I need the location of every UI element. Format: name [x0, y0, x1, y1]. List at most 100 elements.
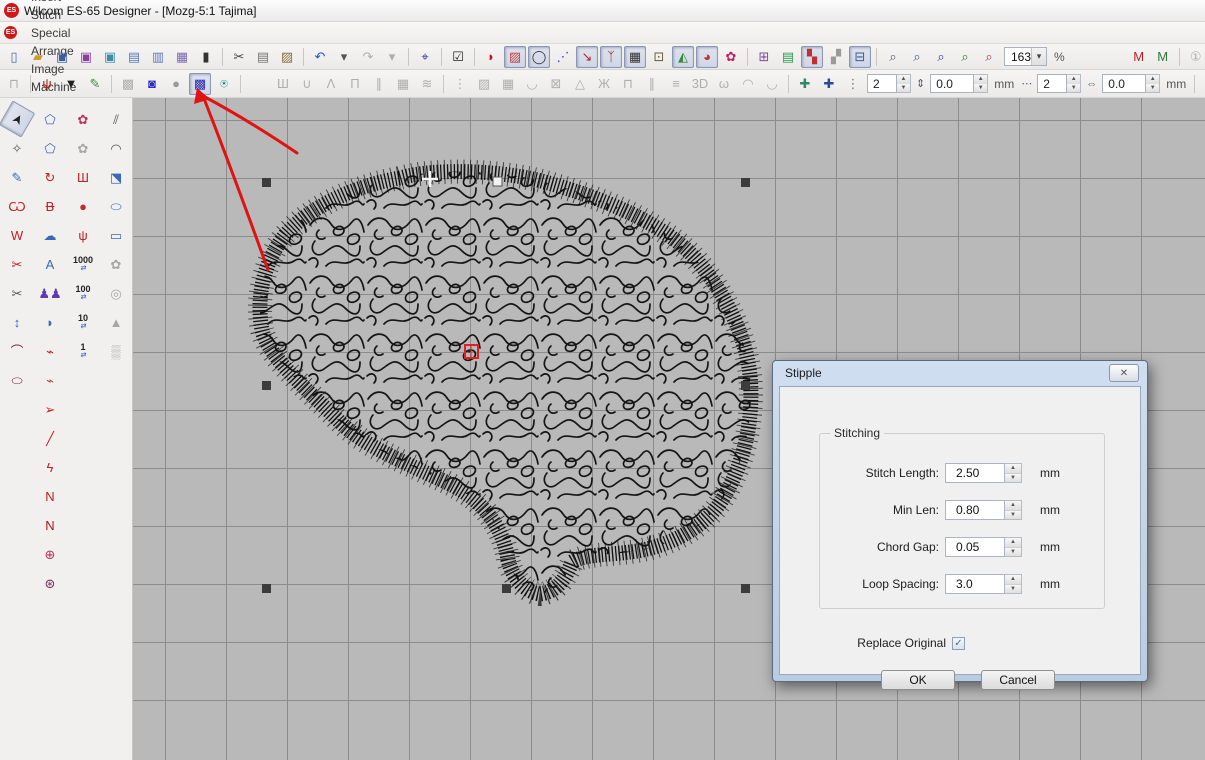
paste-icon[interactable]: ▨: [276, 46, 298, 68]
zoom-box-icon[interactable]: ⌕: [930, 46, 952, 68]
updown-arrow-tool[interactable]: ↕: [3, 309, 31, 335]
line-nodes-tool[interactable]: ⌁: [36, 338, 64, 364]
stipple-dialog-titlebar[interactable]: Stipple ✕: [773, 361, 1147, 385]
cloud-scribble-icon[interactable]: ◡: [761, 73, 783, 95]
copy-icon[interactable]: ▤: [252, 46, 274, 68]
polygon-select-tool[interactable]: ✧: [3, 135, 31, 161]
arc-tool[interactable]: ◠: [102, 135, 130, 161]
spacing-10-tool[interactable]: 10⇄: [69, 309, 97, 335]
handle-bottom-right[interactable]: [741, 584, 750, 593]
cut-zigzag-tool[interactable]: ✂: [3, 251, 31, 277]
handle-top-center[interactable]: [493, 177, 502, 186]
connect-machine-icon[interactable]: ▮: [195, 46, 217, 68]
outline-design-icon[interactable]: ◙: [141, 73, 163, 95]
handle-top-left[interactable]: [262, 178, 271, 187]
circles-star-tool[interactable]: ⊕: [36, 541, 64, 567]
bead-tool[interactable]: ●: [69, 193, 97, 219]
e-stitch-icon[interactable]: Π: [344, 73, 366, 95]
zigzag-run-tool[interactable]: Ѡ: [3, 193, 31, 219]
triangle-fill-icon[interactable]: △: [569, 73, 591, 95]
lines-fill-icon[interactable]: ∥: [641, 73, 663, 95]
zoom-fit-icon[interactable]: ⌕: [906, 46, 928, 68]
print-preview-icon[interactable]: ▥: [147, 46, 169, 68]
new-file-icon[interactable]: ▯: [3, 46, 25, 68]
save-machine-icon[interactable]: ▣: [99, 46, 121, 68]
picture-frame-icon[interactable]: ⊞: [753, 46, 775, 68]
zoom-dropdown-icon[interactable]: ▾: [1031, 48, 1046, 65]
overview-window-icon[interactable]: ⊟: [849, 46, 871, 68]
grid-toggle-icon[interactable]: ▦: [624, 46, 646, 68]
curve-fill-icon[interactable]: ◡: [521, 73, 543, 95]
wave-stitch-icon[interactable]: ≋: [416, 73, 438, 95]
flower-gray-tool[interactable]: ✿: [69, 135, 97, 161]
chain-line-tool[interactable]: ⌁: [36, 367, 64, 393]
hand1-icon[interactable]: ①: [1185, 46, 1205, 68]
loop-stitch-icon[interactable]: ∪: [296, 73, 318, 95]
cancel-button[interactable]: Cancel: [981, 670, 1055, 690]
reshape-tool[interactable]: ⬠: [36, 106, 64, 132]
palette-icon[interactable]: ◕: [696, 46, 718, 68]
spinner[interactable]: ▲▼: [1005, 500, 1022, 520]
flower-disabled-tool[interactable]: ✿: [102, 251, 130, 277]
handle-bottom-center[interactable]: [502, 584, 511, 593]
save-design-icon[interactable]: ▣: [75, 46, 97, 68]
zoom-in-icon[interactable]: ⌕: [954, 46, 976, 68]
select-convert-icon[interactable]: ⌖: [414, 46, 436, 68]
stipple-icon[interactable]: ▩: [189, 73, 211, 95]
needle-down-icon[interactable]: ▼: [60, 73, 82, 95]
more-options-icon[interactable]: ⋮: [842, 73, 864, 95]
handle-mid-right[interactable]: [741, 381, 750, 390]
zigzag-mw-tool[interactable]: Ш: [69, 164, 97, 190]
needle-drop-tool[interactable]: ψ: [69, 222, 97, 248]
design-canvas[interactable]: Stipple ✕ Stitching Stitch Length: 2.50 …: [133, 98, 1205, 760]
circle-fill-icon[interactable]: ●: [165, 73, 187, 95]
tatami-stitch-icon[interactable]: ∥: [368, 73, 390, 95]
dialog-close-button[interactable]: ✕: [1109, 364, 1139, 382]
zigzag-stitch-icon[interactable]: Λ: [320, 73, 342, 95]
spacing-100-tool[interactable]: 100⇄: [69, 280, 97, 306]
ellipse-tool[interactable]: ⬭: [102, 193, 130, 219]
threed-icon[interactable]: 3D: [689, 73, 711, 95]
grid-stitch-icon[interactable]: ▦: [392, 73, 414, 95]
wm-fill-icon[interactable]: Ж: [593, 73, 615, 95]
corner-shape-tool[interactable]: ⬔: [102, 164, 130, 190]
auto-apply-icon[interactable]: ☑: [447, 46, 469, 68]
hatch-lines-icon[interactable]: ▨: [473, 73, 495, 95]
machine-icon[interactable]: ▦: [171, 46, 193, 68]
redo-dropdown-icon[interactable]: ▾: [381, 46, 403, 68]
fan-shape-tool[interactable]: ⌒: [3, 338, 31, 364]
stitch-spacing-spinner[interactable]: 0.0 ▲▼: [930, 74, 988, 93]
hatch-fill-icon[interactable]: ▨: [504, 46, 526, 68]
cloud-fill-tool[interactable]: ☁: [36, 222, 64, 248]
stitch-ratio-tool[interactable]: W: [3, 222, 31, 248]
select-tool[interactable]: ➤: [0, 100, 35, 137]
lettering-off-tool[interactable]: B: [36, 193, 64, 219]
zoom-out-icon[interactable]: ⌕: [978, 46, 1000, 68]
run-length-spinner[interactable]: 0.0 ▲▼: [1102, 74, 1160, 93]
handle-mid-left[interactable]: [262, 381, 271, 390]
rotate-tool[interactable]: ↻: [36, 164, 64, 190]
redo-icon[interactable]: ↷: [357, 46, 379, 68]
dotted-run-icon[interactable]: ⋰: [552, 46, 574, 68]
hoop-position-icon[interactable]: ⊓: [3, 73, 25, 95]
menu-stitch[interactable]: Stitch: [22, 6, 85, 24]
n-outline-tool[interactable]: N: [36, 483, 64, 509]
add-node-icon[interactable]: ✎: [84, 73, 106, 95]
penetration-icon[interactable]: ψ: [36, 73, 58, 95]
bracket-fill-icon[interactable]: ⊓: [617, 73, 639, 95]
undo-icon[interactable]: ↶: [309, 46, 331, 68]
spinner[interactable]: ▲▼: [1005, 537, 1022, 557]
fur-stitch-icon[interactable]: ω: [713, 73, 735, 95]
scissors-fork-tool[interactable]: ✂: [3, 280, 31, 306]
spinner[interactable]: ▲▼: [1005, 463, 1022, 483]
outline-shape-icon[interactable]: ◯: [528, 46, 550, 68]
measure-arrow-icon[interactable]: ↘: [576, 46, 598, 68]
figures-pair-tool[interactable]: ♟♟: [36, 280, 64, 306]
spinner[interactable]: ▲▼: [1005, 574, 1022, 594]
fence-fill-icon[interactable]: ▦: [497, 73, 519, 95]
node-edit-tool[interactable]: ✎: [3, 164, 31, 190]
color-film-icon[interactable]: ▚: [801, 46, 823, 68]
lightning-stitch-tool[interactable]: ϟ: [36, 454, 64, 480]
replace-original-checkbox[interactable]: ✓: [952, 637, 965, 650]
undo-dropdown-icon[interactable]: ▾: [333, 46, 355, 68]
